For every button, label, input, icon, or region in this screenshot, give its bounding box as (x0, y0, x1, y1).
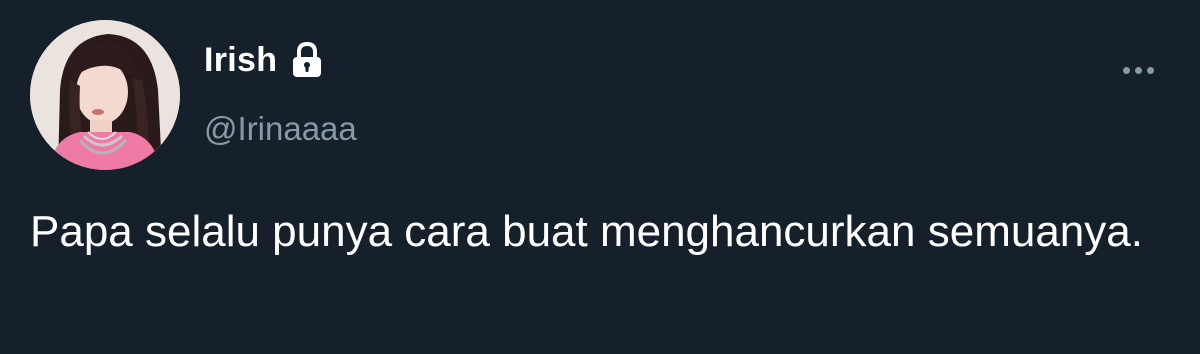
avatar-image (30, 20, 180, 170)
tweet-card: Irish @Irinaaaa Papa selalu punya cara b… (0, 0, 1200, 354)
tweet-text: Papa selalu punya cara buat menghancurka… (30, 207, 1143, 256)
lock-icon (287, 40, 327, 80)
user-handle[interactable]: @Irinaaaa (204, 110, 357, 148)
ellipsis-icon (1146, 66, 1154, 74)
avatar[interactable] (30, 20, 180, 170)
author-name-row: Irish (204, 38, 327, 82)
ellipsis-icon (1134, 66, 1142, 74)
more-options-button[interactable] (1116, 58, 1160, 82)
display-name[interactable]: Irish (204, 41, 277, 80)
ellipsis-icon (1122, 66, 1130, 74)
